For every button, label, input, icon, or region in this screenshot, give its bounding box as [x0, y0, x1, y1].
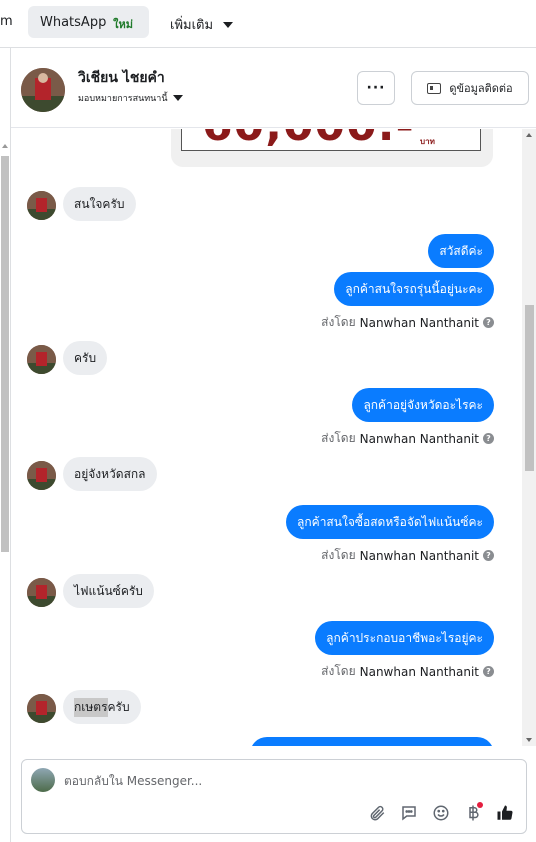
reply-input[interactable] [64, 770, 504, 792]
composer-toolbar [356, 802, 516, 824]
smile-icon[interactable] [430, 802, 452, 824]
new-badge: ใหม่ [113, 18, 133, 31]
message-scrollbar[interactable] [522, 129, 536, 746]
paperclip-icon[interactable] [366, 802, 388, 824]
contact-card-icon [427, 82, 442, 94]
contact-avatar-small [27, 694, 56, 723]
contact-avatar[interactable] [21, 68, 65, 112]
sent-by-agent: Nanwhan Nanthanit [359, 548, 479, 563]
price-sign: 60,000.- บาท [181, 129, 481, 151]
message-text: ครับ [107, 699, 130, 714]
incoming-message[interactable]: กเษตร ครับ [63, 690, 141, 724]
info-icon[interactable]: ? [483, 317, 494, 328]
contact-avatar-small [27, 461, 56, 490]
messenger-inbox: m WhatsApp ใหม่ เพิ่มเติม วิเชียน ไชยคำ … [0, 0, 536, 842]
sent-by-prefix: ส่งโดย [321, 431, 356, 445]
price-text: 60,000.- [202, 129, 415, 151]
tab-whatsapp[interactable]: WhatsApp ใหม่ [28, 6, 149, 38]
more-options-button[interactable]: ··· [357, 71, 395, 105]
sent-by-prefix: ส่งโดย [321, 315, 356, 329]
top-tab-bar: m WhatsApp ใหม่ เพิ่มเติม [0, 0, 536, 48]
thumbs-up-icon[interactable] [494, 802, 516, 824]
scroll-down-icon[interactable] [526, 738, 532, 742]
tab-more-dropdown[interactable]: เพิ่มเติม [170, 14, 234, 35]
tab-partial[interactable]: m [0, 14, 13, 29]
incoming-message[interactable]: สนใจครับ [63, 187, 136, 221]
assign-conversation-dropdown[interactable]: มอบหมายการสนทนานี้ [78, 91, 183, 105]
shared-image[interactable]: 60,000.- บาท [171, 129, 493, 167]
contact-avatar-small [27, 345, 56, 374]
incoming-message[interactable]: อยู่จังหวัดสกล [63, 457, 157, 491]
outgoing-message[interactable]: ลูกค้าสนใจซื้อสดหรือจัดไฟแน้นซ์คะ [286, 505, 494, 539]
info-icon[interactable]: ? [483, 550, 494, 561]
left-panel-scrollbar[interactable] [0, 48, 11, 842]
view-contact-label: ดูข้อมูลติดต่อ [449, 82, 513, 95]
scroll-up-icon[interactable] [2, 144, 8, 148]
outgoing-message[interactable]: ลูกค้าอยู่จังหวัดอะไรคะ [352, 388, 494, 422]
notification-dot [477, 802, 483, 808]
incoming-message[interactable]: ครับ [63, 341, 108, 375]
outgoing-message[interactable]: ลูกค้าสนใจรถรุ่นนี้อยู่นะคะ [334, 272, 494, 306]
incoming-message[interactable]: ไฟแน้นซ์ครับ [63, 574, 154, 608]
contact-avatar-small [27, 191, 56, 220]
caret-down-icon [172, 95, 183, 101]
outgoing-message[interactable]: สวัสดีค่ะ [428, 234, 494, 268]
outgoing-message-partial[interactable] [250, 737, 494, 746]
message-thread[interactable]: 60,000.- บาท สนใจครับ สวัสดีค่ะ ลูกค้าสน… [11, 129, 522, 746]
caret-down-icon [223, 21, 234, 28]
sent-by-label: ส่งโดย Nanwhan Nanthanit ? [321, 546, 494, 565]
sent-by-agent: Nanwhan Nanthanit [359, 315, 479, 330]
scroll-up-icon[interactable] [526, 133, 532, 137]
sent-by-label: ส่งโดย Nanwhan Nanthanit ? [321, 429, 494, 448]
scrollbar-thumb[interactable] [525, 305, 534, 471]
assign-label: มอบหมายการสนทนานี้ [78, 94, 168, 104]
chat-header: วิเชียน ไชยคำ มอบหมายการสนทนานี้ ··· ดูข… [11, 48, 536, 128]
selected-text: กเษตร [74, 697, 108, 717]
outgoing-message[interactable]: ลูกค้าประกอบอาชีพอะไรอยู่คะ [315, 621, 494, 655]
sent-by-prefix: ส่งโดย [321, 664, 356, 678]
scrollbar-thumb[interactable] [1, 156, 9, 552]
baht-icon[interactable] [462, 802, 484, 824]
contact-name: วิเชียน ไชยคำ [78, 70, 165, 86]
info-icon[interactable]: ? [483, 666, 494, 677]
ellipsis-icon: ··· [366, 80, 386, 96]
tab-whatsapp-label: WhatsApp [40, 14, 107, 30]
chat-bubble-icon[interactable] [398, 802, 420, 824]
price-unit: บาท [420, 137, 435, 146]
sent-by-label: ส่งโดย Nanwhan Nanthanit ? [321, 662, 494, 681]
sent-by-agent: Nanwhan Nanthanit [359, 431, 479, 446]
contact-avatar-small [27, 578, 56, 607]
sent-by-prefix: ส่งโดย [321, 548, 356, 562]
page-avatar [31, 768, 55, 792]
view-contact-button[interactable]: ดูข้อมูลติดต่อ [411, 71, 529, 105]
sent-by-agent: Nanwhan Nanthanit [359, 664, 479, 679]
reply-composer [21, 759, 527, 834]
tab-more-label: เพิ่มเติม [170, 18, 214, 33]
sent-by-label: ส่งโดย Nanwhan Nanthanit ? [321, 313, 494, 332]
info-icon[interactable]: ? [483, 433, 494, 444]
